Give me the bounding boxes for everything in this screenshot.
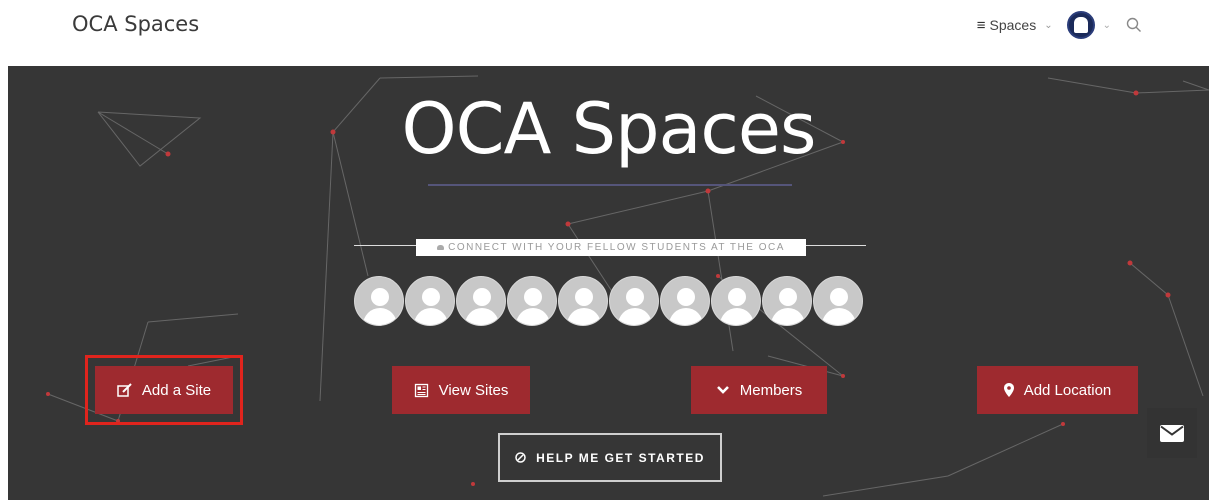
- hero-tagline-text: CONNECT WITH YOUR FELLOW STUDENTS AT THE…: [448, 242, 785, 253]
- title-divider: [428, 184, 792, 186]
- compass-icon: [515, 452, 526, 463]
- chevron-down-icon: ⌄: [1044, 19, 1053, 31]
- member-avatar[interactable]: [813, 276, 863, 326]
- top-navbar: OCA Spaces ≡ Spaces ⌄ ⌄: [0, 0, 1209, 66]
- add-location-button[interactable]: Add Location: [977, 366, 1138, 414]
- member-avatar[interactable]: [507, 276, 557, 326]
- chevron-down-icon[interactable]: ⌄: [1103, 20, 1111, 31]
- newspaper-icon: [414, 383, 428, 397]
- member-avatar[interactable]: [609, 276, 659, 326]
- chevron-down-icon: [716, 386, 729, 394]
- member-avatar[interactable]: [354, 276, 404, 326]
- hero-section: OCA Spaces CONNECT WITH YOUR FELLOW STUD…: [8, 66, 1209, 500]
- add-location-label: Add Location: [1023, 381, 1112, 399]
- member-avatars: [354, 276, 863, 326]
- member-avatar[interactable]: [405, 276, 455, 326]
- hamburger-icon: ≡: [976, 16, 986, 34]
- spaces-menu-label: Spaces: [989, 17, 1037, 33]
- view-sites-button[interactable]: View Sites: [392, 366, 530, 414]
- help-me-get-started-button[interactable]: HELP ME GET STARTED: [498, 433, 722, 482]
- user-avatar[interactable]: [1066, 11, 1095, 39]
- member-avatar[interactable]: [711, 276, 761, 326]
- search-icon[interactable]: [1125, 16, 1143, 34]
- member-avatar[interactable]: [456, 276, 506, 326]
- member-avatar[interactable]: [558, 276, 608, 326]
- envelope-icon: [1160, 424, 1184, 442]
- nav-right: ≡ Spaces ⌄ ⌄: [977, 10, 1143, 40]
- members-button[interactable]: Members: [691, 366, 827, 414]
- view-sites-label: View Sites: [438, 381, 509, 399]
- map-pin-icon: [1003, 383, 1014, 397]
- highlight-box: [85, 355, 243, 425]
- hero-title: OCA Spaces: [401, 88, 817, 170]
- member-avatar[interactable]: [762, 276, 812, 326]
- members-label: Members: [739, 381, 803, 399]
- site-brand[interactable]: OCA Spaces: [72, 12, 199, 36]
- contact-button[interactable]: [1147, 408, 1197, 458]
- member-avatar[interactable]: [660, 276, 710, 326]
- hero-tagline: CONNECT WITH YOUR FELLOW STUDENTS AT THE…: [416, 239, 806, 256]
- spaces-menu[interactable]: ≡ Spaces ⌄: [977, 17, 1053, 34]
- cloud-icon: [437, 245, 445, 250]
- help-label: HELP ME GET STARTED: [536, 450, 705, 465]
